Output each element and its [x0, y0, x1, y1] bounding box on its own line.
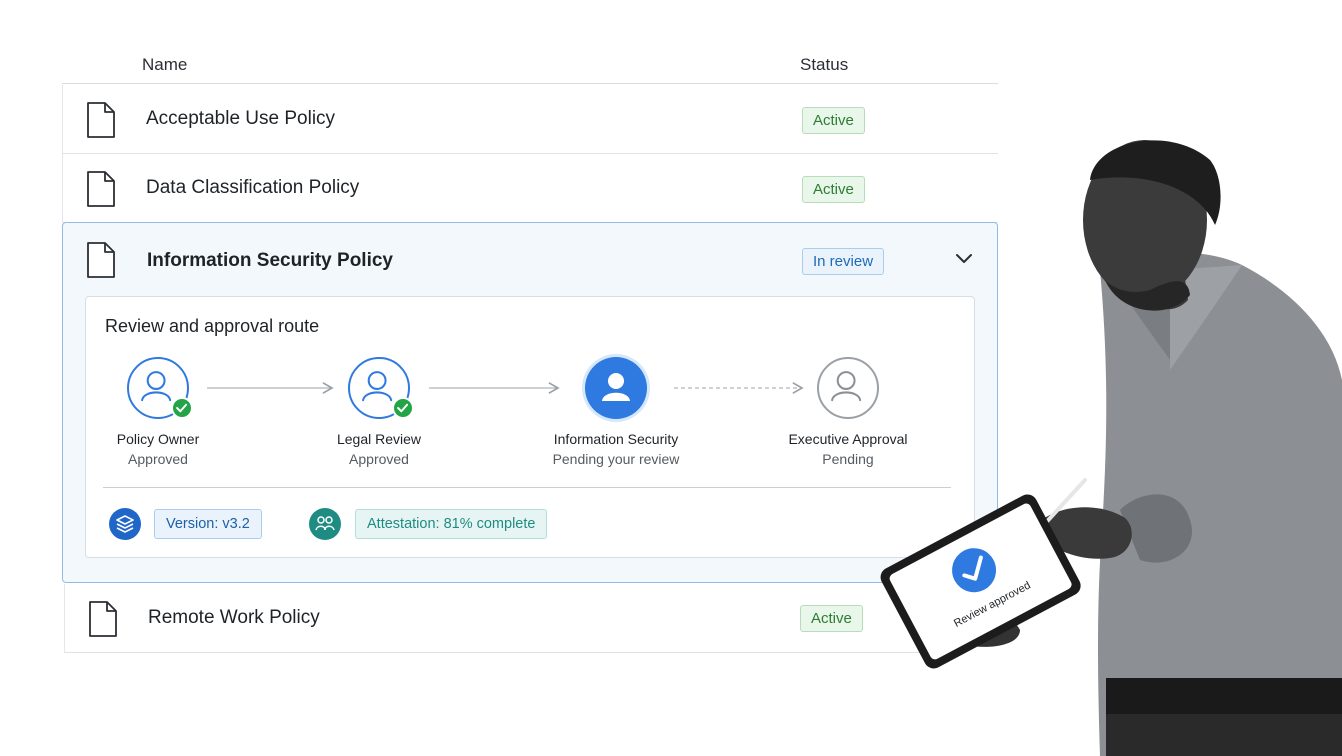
document-icon [89, 601, 117, 637]
step-name: Information Security [553, 431, 679, 447]
step-status: Pending your review [552, 451, 680, 467]
route-step-legal-review[interactable]: Legal Review Approved [289, 357, 469, 467]
policy-name[interactable]: Acceptable Use Policy [146, 108, 335, 130]
document-icon [87, 171, 115, 207]
people-icon [309, 508, 341, 540]
table-row[interactable]: Acceptable Use Policy Active [62, 85, 998, 154]
check-icon [171, 397, 193, 419]
status-badge: Active [802, 107, 865, 134]
table-row[interactable]: Data Classification Policy Active [62, 154, 998, 223]
policy-name[interactable]: Remote Work Policy [148, 607, 320, 629]
person-with-tablet-photo: Review approved [880, 140, 1342, 756]
route-step-information-security[interactable]: Information Security Pending your review [526, 357, 706, 467]
user-icon [602, 373, 630, 401]
step-status: Approved [349, 451, 409, 467]
step-avatar [348, 357, 414, 419]
table-header: Name Status [62, 52, 998, 84]
layers-icon [109, 508, 141, 540]
user-icon [831, 371, 862, 402]
table-row[interactable]: Remote Work Policy Active [64, 584, 962, 653]
step-name: Policy Owner [116, 431, 200, 447]
check-icon [392, 397, 414, 419]
column-header-status[interactable]: Status [800, 55, 848, 75]
document-icon [87, 102, 115, 138]
step-avatar [127, 357, 193, 419]
step-avatar [585, 357, 647, 419]
table-row-expanded[interactable]: Information Security Policy In review Re… [62, 222, 998, 583]
document-icon [87, 242, 115, 278]
route-step-policy-owner[interactable]: Policy Owner Approved [68, 357, 248, 467]
status-badge: Active [802, 176, 865, 203]
version-badge[interactable]: Version: v3.2 [154, 509, 262, 539]
attestation-badge[interactable]: Attestation: 81% complete [355, 509, 548, 539]
divider [103, 487, 951, 488]
step-status: Approved [128, 451, 188, 467]
step-name: Legal Review [336, 431, 422, 447]
approval-route-card: Review and approval route Policy Owner A… [85, 296, 975, 558]
column-header-name[interactable]: Name [142, 55, 187, 75]
policy-name[interactable]: Information Security Policy [147, 250, 393, 272]
status-badge: Active [800, 605, 863, 632]
policy-name[interactable]: Data Classification Policy [146, 177, 359, 199]
